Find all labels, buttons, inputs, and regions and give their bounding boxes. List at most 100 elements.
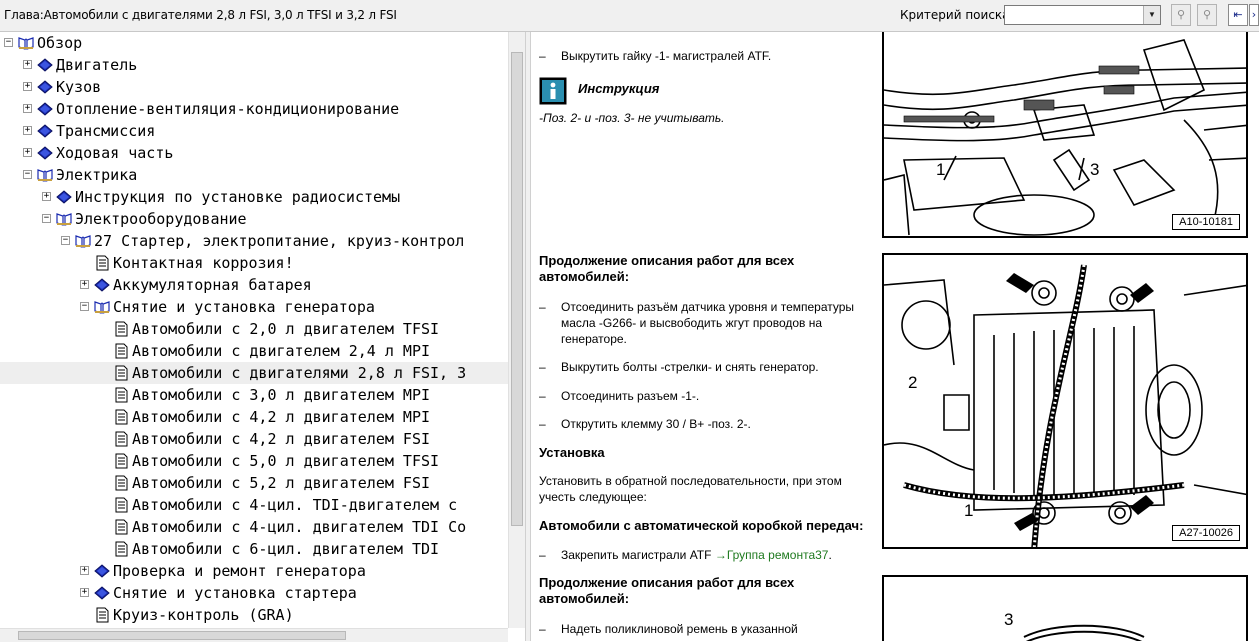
book-icon [94,564,110,578]
open-book-icon [94,301,110,314]
expand-icon[interactable]: + [42,192,51,201]
tree-item[interactable]: − Обзор [0,32,508,54]
nav-back-button[interactable]: ⇤ [1228,4,1248,26]
tree-item-label: Электрооборудование [75,210,247,228]
tree-item-label: Круиз-контроль (GRA) [113,606,294,624]
nav-forward-button[interactable]: › [1249,4,1259,26]
document-icon [96,607,109,623]
install-heading: Установка [539,445,605,460]
search-forward-button[interactable]: ⚲ [1171,4,1191,26]
tree-item-label: Автомобили с 4,2 л двигателем MPI [132,408,431,426]
tree-item[interactable]: Автомобили с двигателем 2,4 л MPI [0,340,508,362]
collapse-icon[interactable]: − [80,302,89,311]
tree-item[interactable]: Автомобили с 5,2 л двигателем FSI [0,472,508,494]
tree-item[interactable]: + Трансмиссия [0,120,508,142]
tree-item-label: Аккумуляторная батарея [113,276,312,294]
tree-item[interactable]: + Проверка и ремонт генератора [0,560,508,582]
tree-vertical-scrollbar[interactable] [508,32,526,628]
instruction-title: Инструкция [578,81,660,96]
repair-group-link[interactable]: →Группа ремонта37 [715,548,829,562]
tree-item[interactable]: + Снятие и установка стартера [0,582,508,604]
step-text: Закрепить магистрали ATF [561,548,712,562]
chevron-down-icon[interactable]: ▼ [1143,6,1160,24]
tree-item-label: Контактная коррозия! [113,254,294,272]
tree-item[interactable]: Автомобили с 4,2 л двигателем FSI [0,428,508,450]
tree-item[interactable]: Автомобили с 4-цил. двигателем TDI Co [0,516,508,538]
install-text: Установить в обратной последовательности… [539,474,842,504]
search-criteria-label: Критерий поиска: [900,8,1014,22]
tree-item[interactable]: Автомобили с двигателями 2,8 л FSI, 3 [0,362,508,384]
tree-item[interactable]: + Двигатель [0,54,508,76]
collapse-icon[interactable]: − [42,214,51,223]
tree-item-label: Автомобили с двигателем 2,4 л MPI [132,342,431,360]
tree-item[interactable]: − Электрика [0,164,508,186]
tree-item[interactable]: + Ходовая часть [0,142,508,164]
expand-icon[interactable]: + [23,60,32,69]
step-text: Выкрутить гайку -1- магистралей ATF. [561,49,772,63]
tree-item-label: Автомобили с 3,0 л двигателем MPI [132,386,431,404]
navigation-tree: − Обзор + Двигатель + Кузов + Отопление-вентиля… [0,32,508,628]
tree-item-label: Отопление-вентиляция-кондиционирование [56,100,400,118]
chapter-title: Глава:Автомобили с двигателями 2,8 л FSI… [4,8,397,22]
generator-illustration [884,264,1246,547]
tree-item[interactable]: Контактная коррозия! [0,252,508,274]
book-icon [37,146,53,160]
search-back-button[interactable]: ⚲ [1197,4,1217,26]
document-icon [115,541,128,557]
collapse-icon[interactable]: − [23,170,32,179]
belt-illustration [1023,624,1145,641]
search-criteria-select[interactable]: ▼ [1004,5,1161,25]
tree-item[interactable]: Автомобили с 3,0 л двигателем MPI [0,384,508,406]
document-icon [115,497,128,513]
tree-item[interactable]: − 27 Стартер, электропитание, круиз-контр… [0,230,508,252]
book-icon [56,190,72,204]
tree-item-label: Автомобили с 5,2 л двигателем FSI [132,474,431,492]
section-heading: Продолжение описания работ для всех авто… [539,575,795,606]
tree-item[interactable]: Автомобили с 6-цил. двигателем TDI [0,538,508,560]
tree-item[interactable]: Автомобили с 2,0 л двигателем TFSI [0,318,508,340]
tree-item[interactable]: Автомобили с 5,0 л двигателем TFSI [0,450,508,472]
instruction-text: -Поз. 2- и -поз. 3- не учитывать. [539,111,725,125]
expand-icon[interactable]: + [80,566,89,575]
document-icon [115,431,128,447]
tree-item-label: Снятие и установка генератора [113,298,375,316]
tree-item[interactable]: − Снятие и установка генератора [0,296,508,318]
collapse-icon[interactable]: − [61,236,70,245]
tree-item-label: Проверка и ремонт генератора [113,562,366,580]
figure-atf-lines: 1 3 A10-10181 [882,32,1248,238]
tree-item-label: Автомобили с 2,0 л двигателем TFSI [132,320,440,338]
tree-item[interactable]: Автомобили с 4-цил. TDI-двигателем с [0,494,508,516]
tree-item[interactable]: + Аккумуляторная батарея [0,274,508,296]
tree-horizontal-scrollbar[interactable] [0,628,508,642]
callout-1: 1 [964,501,974,520]
tree-item[interactable]: − Электрооборудование [0,208,508,230]
expand-icon[interactable]: + [23,82,32,91]
scroll-thumb[interactable] [511,52,523,526]
tree-item[interactable]: + Отопление-вентиляция-кондиционирование [0,98,508,120]
document-icon [96,255,109,271]
tree-item[interactable]: + Инструкция по установке радиосистемы [0,186,508,208]
callout-3: 3 [1090,160,1100,179]
scroll-thumb[interactable] [18,631,346,640]
section-heading: Автомобили с автоматической коробкой пер… [539,518,864,533]
document-icon [115,387,128,403]
book-icon [37,58,53,72]
toolbar: Глава:Автомобили с двигателями 2,8 л FSI… [0,0,1259,32]
expand-icon[interactable]: + [80,280,89,289]
tree-item-label: Снятие и установка стартера [113,584,357,602]
document-icon [115,365,128,381]
document-icon [115,453,128,469]
tree-item[interactable]: + Кузов [0,76,508,98]
callout-1: 1 [936,160,946,179]
open-book-icon [56,213,72,226]
tree-item-label: Трансмиссия [56,122,156,140]
expand-icon[interactable]: + [23,148,32,157]
tree-item[interactable]: Круиз-контроль (GRA) [0,604,508,626]
tree-item[interactable]: Автомобили с 4,2 л двигателем MPI [0,406,508,428]
expand-icon[interactable]: + [23,104,32,113]
tree-item-label: Автомобили с 6-цил. двигателем TDI [132,540,440,558]
expand-icon[interactable]: + [80,588,89,597]
document-content: – Выкрутить гайку -1- магистралей ATF. И… [531,32,1259,641]
collapse-icon[interactable]: − [4,38,13,47]
expand-icon[interactable]: + [23,126,32,135]
